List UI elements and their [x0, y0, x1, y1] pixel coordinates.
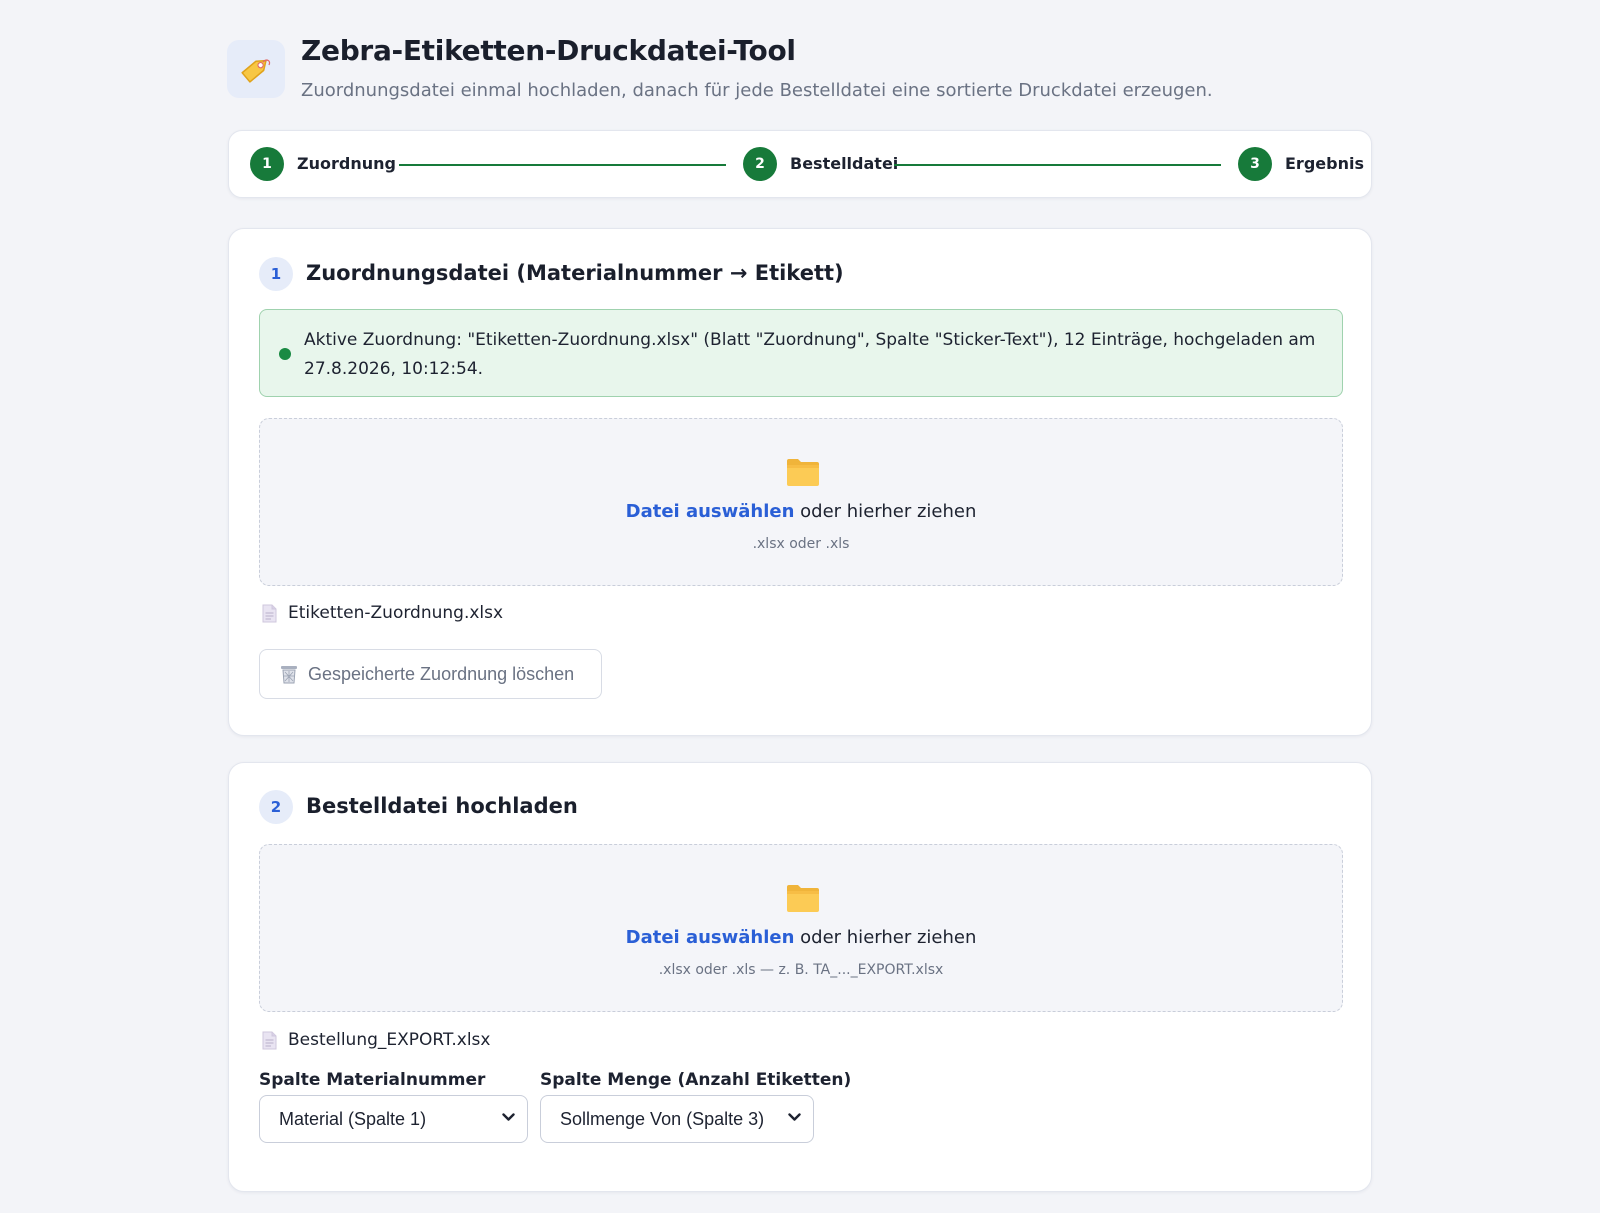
folder-icon	[787, 885, 819, 912]
file-icon	[262, 604, 277, 622]
section-title: Bestelldatei hochladen	[306, 794, 578, 818]
delete-button-label: Gespeicherte Zuordnung löschen	[308, 663, 575, 684]
progress-stepper: 1 Zuordnung 2 Bestelldatei 3 Ergebnis	[228, 130, 1372, 198]
page: Zebra-Etiketten-Druckdatei-Tool Zuordnun…	[0, 0, 1600, 1213]
material-column-value: Material (Spalte 1)	[279, 1108, 427, 1129]
folder-icon	[787, 459, 819, 486]
status-dot-icon	[279, 348, 291, 360]
file-icon	[262, 1031, 277, 1049]
material-column-label: Spalte Materialnummer	[259, 1070, 486, 1090]
mapping-section: 1 Zuordnungsdatei (Materialnummer → Etik…	[228, 228, 1372, 736]
status-text: Aktive Zuordnung: "Etiketten-Zuordnung.x…	[304, 330, 1316, 379]
step-1-circle: 1	[250, 147, 284, 181]
step-1-label: Zuordnung	[297, 154, 396, 173]
section-number-badge: 1	[259, 257, 293, 291]
active-mapping-status: Aktive Zuordnung: "Etiketten-Zuordnung.x…	[259, 309, 1343, 397]
file-name: Bestellung_EXPORT.xlsx	[288, 1030, 491, 1050]
chevron-down-icon	[788, 1113, 801, 1121]
trash-icon	[281, 666, 297, 684]
page-subtitle: Zuordnungsdatei einmal hochladen, danach…	[301, 80, 1213, 101]
step-2-label: Bestelldatei	[790, 154, 899, 173]
delete-mapping-button[interactable]: Gespeicherte Zuordnung löschen	[259, 649, 602, 699]
chevron-down-icon	[502, 1113, 515, 1121]
price-tag-icon	[227, 40, 285, 98]
dropzone-hint: .xlsx oder .xls — z. B. TA_..._EXPORT.xl…	[658, 962, 944, 978]
dropzone-text: oder hierher ziehen	[794, 927, 977, 948]
order-section: 2 Bestelldatei hochladen Datei auswählen…	[228, 762, 1372, 1192]
step-3-label: Ergebnis	[1285, 154, 1364, 173]
dropzone-hint: .xlsx oder .xls	[752, 536, 850, 552]
choose-file-link[interactable]: Datei auswählen	[626, 501, 795, 522]
step-connector-2	[894, 164, 1221, 166]
material-column-select[interactable]: Material (Spalte 1)	[259, 1095, 528, 1143]
step-connector-1	[399, 164, 726, 166]
order-file-dropzone[interactable]: Datei auswählen oder hierher ziehen .xls…	[259, 844, 1343, 1012]
uploaded-file: Bestellung_EXPORT.xlsx	[262, 1030, 490, 1050]
mapping-file-dropzone[interactable]: Datei auswählen oder hierher ziehen .xls…	[259, 418, 1343, 586]
quantity-column-label: Spalte Menge (Anzahl Etiketten)	[540, 1070, 852, 1090]
quantity-column-select[interactable]: Sollmenge Von (Spalte 3)	[540, 1095, 814, 1143]
section-number-badge: 2	[259, 790, 293, 824]
choose-file-link[interactable]: Datei auswählen	[626, 927, 795, 948]
file-name: Etiketten-Zuordnung.xlsx	[288, 603, 504, 623]
section-title: Zuordnungsdatei (Materialnummer → Etiket…	[306, 261, 844, 285]
dropzone-text: oder hierher ziehen	[794, 501, 977, 522]
uploaded-file: Etiketten-Zuordnung.xlsx	[262, 603, 503, 623]
quantity-column-value: Sollmenge Von (Spalte 3)	[560, 1108, 765, 1129]
step-2-circle: 2	[743, 147, 777, 181]
step-3-circle: 3	[1238, 147, 1272, 181]
page-title: Zebra-Etiketten-Druckdatei-Tool	[301, 34, 796, 67]
